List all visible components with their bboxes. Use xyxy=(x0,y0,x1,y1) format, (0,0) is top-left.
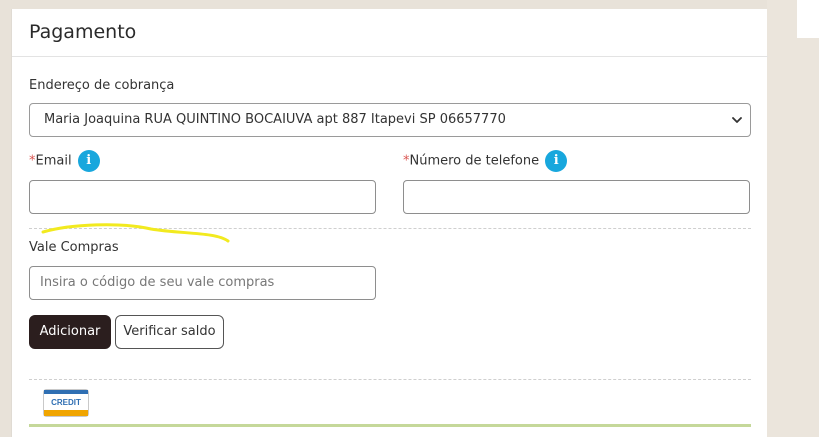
background-tab xyxy=(797,0,819,38)
phone-label: Número de telefone xyxy=(409,153,540,169)
phone-info-icon[interactable]: i xyxy=(545,150,568,172)
accent-line xyxy=(29,424,751,427)
background-panel xyxy=(767,0,819,437)
email-label: Email xyxy=(35,153,72,169)
phone-label-group: *Número de telefone i xyxy=(403,150,568,172)
voucher-label: Vale Compras xyxy=(29,240,119,255)
phone-field[interactable] xyxy=(403,180,750,214)
billing-address-value: Maria Joaquina RUA QUINTINO BOCAIUVA apt… xyxy=(44,112,506,127)
add-voucher-button[interactable]: Adicionar xyxy=(29,315,111,349)
email-info-icon[interactable]: i xyxy=(77,150,100,172)
credit-card-icon[interactable]: CREDIT xyxy=(43,389,89,417)
voucher-code-input[interactable]: Insira o código de seu vale compras xyxy=(29,266,376,300)
divider xyxy=(29,379,751,380)
chevron-down-icon xyxy=(732,117,742,123)
email-field[interactable] xyxy=(29,180,376,214)
page-title: Pagamento xyxy=(29,21,137,43)
check-balance-button[interactable]: Verificar saldo xyxy=(115,315,224,349)
credit-card-label: CREDIT xyxy=(51,398,81,407)
email-label-group: *Email i xyxy=(29,150,100,172)
billing-address-label: Endereço de cobrança xyxy=(29,78,175,93)
card-header: Pagamento xyxy=(12,9,768,57)
billing-address-select[interactable]: Maria Joaquina RUA QUINTINO BOCAIUVA apt… xyxy=(29,103,751,137)
payment-card: Pagamento Endereço de cobrança Maria Joa… xyxy=(11,9,768,437)
